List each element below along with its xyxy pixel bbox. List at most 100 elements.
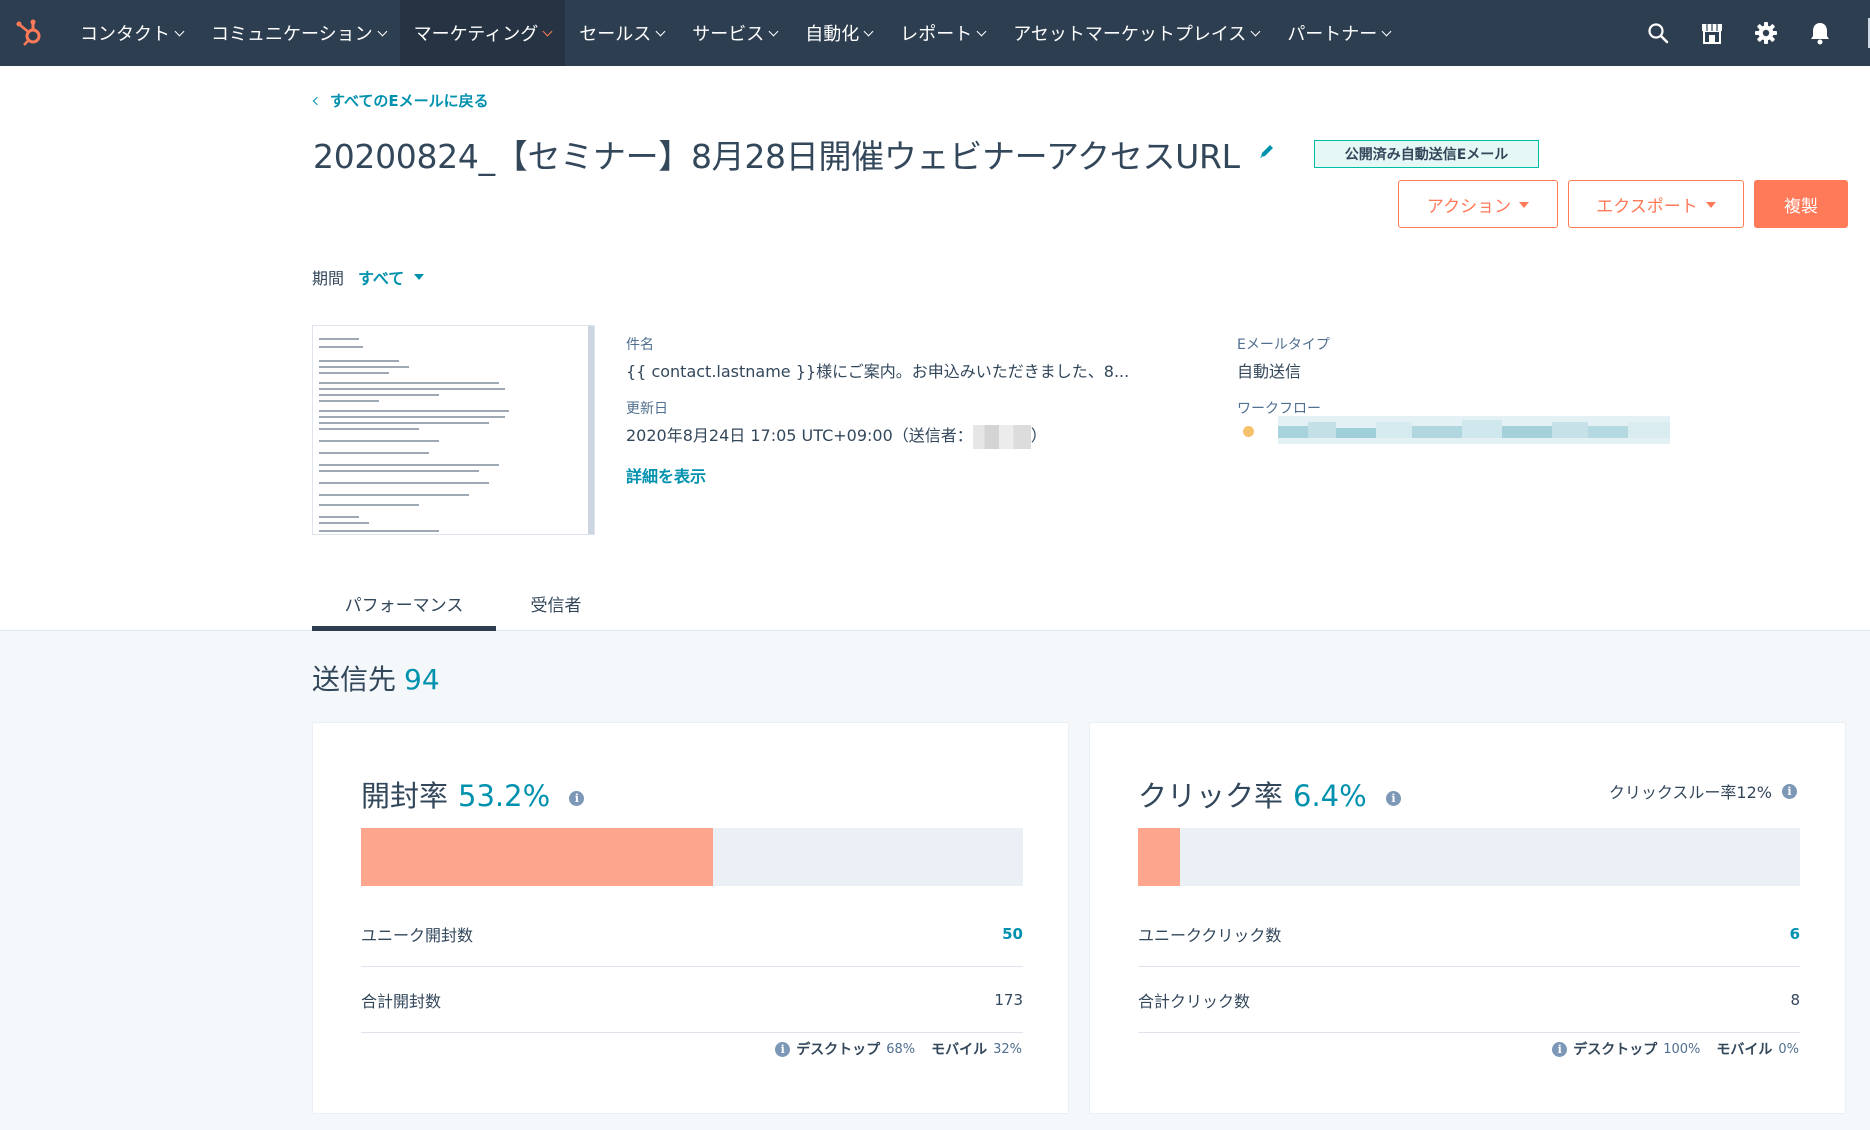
page-title: 20200824_【セミナー】8月28日開催ウェビナーアクセスURL — [313, 137, 1240, 176]
export-dropdown-button[interactable]: エクスポート — [1568, 180, 1744, 228]
actions-button-label: アクション — [1426, 196, 1512, 217]
stat-label: ユニーククリック数 — [1138, 925, 1282, 945]
chevron-down-icon — [542, 26, 553, 36]
click-rate-title: クリック率 — [1138, 779, 1284, 813]
chevron-down-icon — [1381, 26, 1392, 36]
updated-value-text: 2020年8月24日 17:05 UTC+09:00（送信者： — [626, 426, 973, 445]
stat-label: 合計クリック数 — [1138, 991, 1251, 1011]
nav-item-partner[interactable]: パートナー — [1273, 0, 1404, 66]
chevron-down-icon — [768, 26, 779, 36]
nav-item-label: 自動化 — [805, 24, 860, 45]
pencil-edit-icon[interactable] — [1258, 142, 1276, 160]
open-rate-bar-fill — [361, 828, 714, 886]
period-dropdown[interactable]: すべて — [358, 265, 425, 289]
desktop-value: 68% — [886, 1041, 916, 1057]
stat-row-total-clicks: 合計クリック数 8 — [1138, 967, 1800, 1033]
unique-clicks-link[interactable]: 6 — [1790, 925, 1800, 943]
nav-item-sales[interactable]: セールス — [565, 0, 678, 66]
updated-label: 更新日 — [626, 401, 668, 417]
info-icon[interactable]: i — [569, 790, 585, 806]
chevron-down-icon — [1250, 26, 1261, 36]
nav-item-automation[interactable]: 自動化 — [791, 0, 886, 66]
clone-button-label: 複製 — [1784, 196, 1818, 217]
desktop-label: デスクトップ — [796, 1042, 881, 1058]
status-badge: 公開済み自動送信Eメール — [1314, 140, 1539, 168]
nav-item-contacts[interactable]: コンタクト — [66, 0, 197, 66]
nav-item-service[interactable]: サービス — [678, 0, 791, 66]
mobile-label: モバイル — [931, 1042, 988, 1058]
click-through-rate: クリックスルー率12% i — [1609, 779, 1797, 803]
caret-down-icon — [1519, 202, 1530, 208]
nav-item-marketing[interactable]: マーケティング — [399, 0, 566, 66]
info-icon[interactable]: i — [1385, 790, 1401, 806]
mobile-value: 0% — [1778, 1041, 1799, 1057]
nav-item-reports[interactable]: レポート — [886, 0, 999, 66]
chevron-down-icon — [174, 26, 185, 36]
stat-label: 合計開封数 — [361, 991, 442, 1011]
search-icon[interactable] — [1646, 21, 1670, 45]
period-value: すべて — [358, 269, 405, 288]
open-rate-bar — [361, 828, 1023, 886]
nav-item-label: パートナー — [1287, 24, 1378, 45]
open-rate-value: 53.2% — [458, 779, 551, 813]
open-rate-title: 開封率 — [361, 779, 449, 813]
email-type-label: Eメールタイプ — [1237, 337, 1330, 353]
export-button-label: エクスポート — [1596, 196, 1698, 217]
nav-item-label: マーケティング — [413, 24, 539, 45]
caret-down-icon — [414, 274, 425, 280]
stat-row-total-opens: 合計開封数 173 — [361, 967, 1023, 1033]
nav-item-label: サービス — [692, 24, 765, 45]
click-rate-bar-fill — [1138, 828, 1181, 886]
clone-button[interactable]: 複製 — [1754, 180, 1848, 228]
unique-opens-link[interactable]: 50 — [1002, 925, 1023, 943]
preview-scrollbar[interactable] — [588, 326, 594, 534]
marketplace-icon[interactable] — [1700, 21, 1724, 45]
back-to-emails-link[interactable]: すべてのEメールに戻る — [312, 90, 489, 111]
sent-to-summary: 送信先 94 — [312, 658, 440, 698]
click-through-rate-text: クリックスルー率12% — [1608, 783, 1772, 802]
actions-dropdown-button[interactable]: アクション — [1398, 180, 1558, 228]
info-icon[interactable]: i — [1782, 783, 1797, 799]
email-type-value: 自動送信 — [1237, 362, 1302, 381]
stat-row-unique-opens: ユニーク開封数 50 — [361, 901, 1023, 967]
desktop-label: デスクトップ — [1573, 1042, 1658, 1058]
device-breakdown: i デスクトップ 68% モバイル 32% — [775, 1039, 1022, 1059]
info-icon[interactable]: i — [775, 1041, 791, 1057]
desktop-value: 100% — [1663, 1041, 1701, 1057]
notifications-bell-icon[interactable] — [1808, 21, 1832, 45]
tab-performance[interactable]: パフォーマンス — [312, 575, 496, 631]
workflow-status-dot — [1243, 426, 1254, 437]
period-filter: 期間 すべて — [312, 265, 425, 289]
chevron-down-icon — [976, 26, 987, 36]
nav-item-asset-marketplace[interactable]: アセットマーケットプレイス — [999, 0, 1273, 66]
sent-to-count: 94 — [404, 663, 440, 696]
subject-label: 件名 — [626, 337, 654, 353]
chevron-down-icon — [655, 26, 666, 36]
click-rate-card: クリック率 6.4% i クリックスルー率12% i ユニーククリック数 6 合計… — [1089, 722, 1846, 1114]
device-breakdown: i デスクトップ 100% モバイル 0% — [1552, 1039, 1799, 1059]
click-rate-bar — [1138, 828, 1800, 886]
info-icon[interactable]: i — [1552, 1041, 1568, 1057]
caret-down-icon — [1705, 202, 1716, 208]
email-header-section: すべてのEメールに戻る 20200824_【セミナー】8月28日開催ウェビナーア… — [0, 66, 1870, 631]
click-rate-value: 6.4% — [1293, 779, 1367, 813]
stat-row-unique-clicks: ユニーククリック数 6 — [1138, 901, 1800, 967]
stat-value: 8 — [1790, 990, 1800, 1009]
nav-item-label: セールス — [579, 24, 652, 45]
email-preview-thumbnail[interactable] — [312, 325, 595, 535]
tab-bar: パフォーマンス 受信者 — [312, 575, 616, 631]
workflow-name-redacted[interactable] — [1278, 416, 1670, 444]
hubspot-logo-icon[interactable] — [0, 0, 58, 66]
back-link-label: すべてのEメールに戻る — [330, 92, 489, 110]
settings-icon[interactable] — [1754, 21, 1778, 45]
tab-recipients[interactable]: 受信者 — [496, 575, 616, 631]
mobile-label: モバイル — [1716, 1042, 1773, 1058]
view-details-link[interactable]: 詳細を表示 — [626, 463, 706, 487]
chevron-down-icon — [377, 26, 388, 36]
updated-value: 2020年8月24日 17:05 UTC+09:00（送信者： ） — [626, 422, 1047, 449]
click-rate-heading: クリック率 6.4% i — [1138, 773, 1401, 815]
stat-value: 173 — [994, 990, 1023, 1009]
nav-item-conversations[interactable]: コミュニケーション — [197, 0, 400, 66]
sent-to-label: 送信先 — [312, 663, 397, 696]
nav-item-label: コンタクト — [80, 24, 170, 45]
